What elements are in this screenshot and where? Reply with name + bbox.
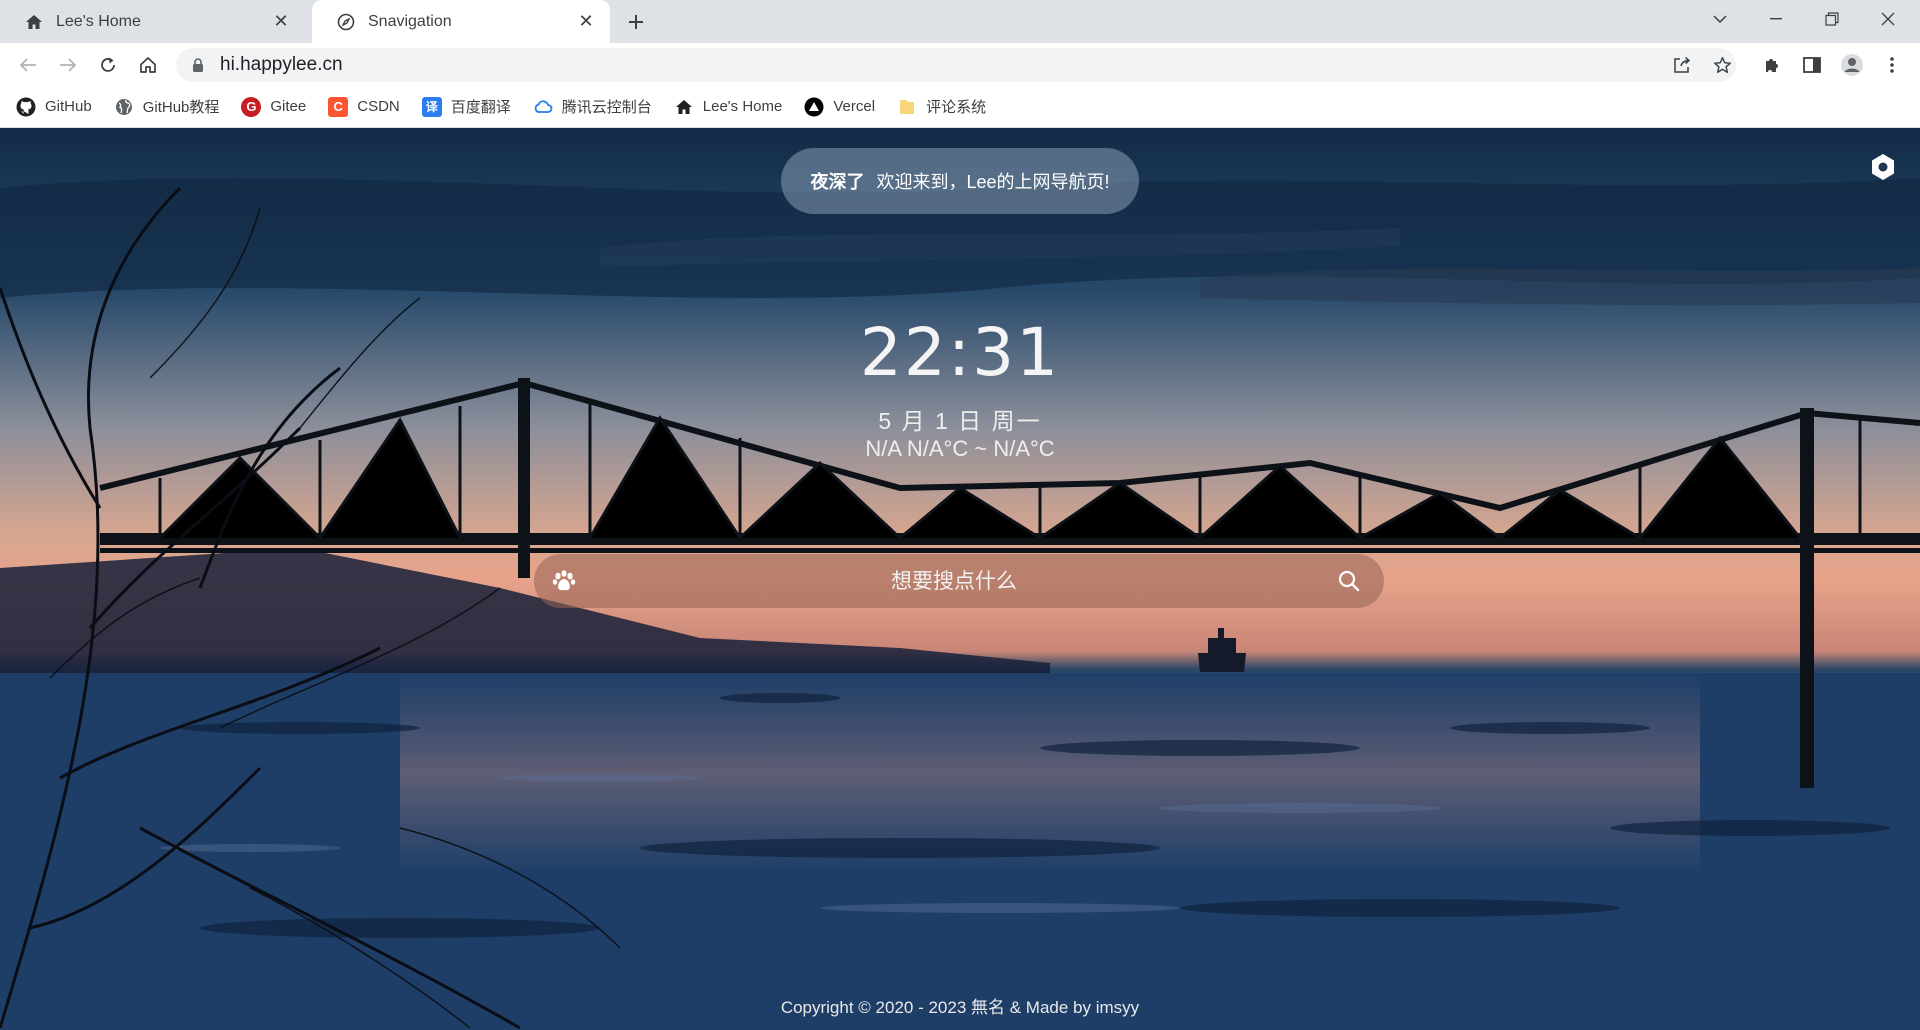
date-text: 5 月 1 日 周一 [878, 408, 1042, 434]
bookmark-tencent-cloud[interactable]: 腾讯云控制台 [533, 96, 652, 117]
tab-snavigation[interactable]: Snavigation ✕ [312, 0, 610, 43]
bookmark-github[interactable]: GitHub [16, 97, 92, 117]
tab-title: Snavigation [368, 12, 452, 30]
bookmark-csdn[interactable]: C CSDN [328, 96, 400, 117]
csdn-icon: C [328, 96, 349, 117]
tab-lees-home[interactable]: Lee's Home ✕ [0, 0, 305, 43]
footer-copyright: Copyright © 2020 - 2023 無名 & Made by ims… [780, 998, 1140, 1017]
settings-gear-icon[interactable] [1868, 152, 1898, 182]
baidu-paw-icon[interactable] [534, 554, 594, 608]
welcome-text: 欢迎来到，Lee的上网导航页! [876, 172, 1110, 192]
home-icon [24, 12, 44, 32]
page-content: 夜深了 欢迎来到，Lee的上网导航页! 22:31 5 月 1 日 周一 N/A… [0, 128, 1920, 1030]
bookmark-label: Gitee [270, 98, 307, 115]
side-panel-icon[interactable] [1796, 49, 1828, 81]
bookmark-label: Vercel [833, 98, 876, 115]
bookmark-lees-home[interactable]: Lee's Home [674, 97, 783, 117]
home-button[interactable] [132, 49, 164, 81]
search-bar [534, 554, 1384, 608]
share-button[interactable] [1666, 49, 1698, 81]
bookmark-label: GitHub [45, 98, 92, 115]
more-menu-icon[interactable] [1876, 49, 1908, 81]
address-bar[interactable]: hi.happylee.cn [176, 48, 1736, 82]
bookmark-comment-system[interactable]: 评论系统 [897, 96, 986, 117]
gitee-icon: G [241, 96, 262, 117]
bookmark-vercel[interactable]: Vercel [804, 97, 875, 117]
home-icon [674, 97, 694, 117]
bookmark-gitee[interactable]: G Gitee [241, 96, 307, 117]
browser-toolbar: hi.happylee.cn [0, 43, 1920, 86]
minimize-button[interactable] [1748, 0, 1804, 38]
bookmark-baidu-translate[interactable]: 译 百度翻译 [421, 96, 511, 117]
forward-button[interactable] [52, 49, 84, 81]
bookmark-label: CSDN [357, 98, 400, 115]
url-text[interactable]: hi.happylee.cn [220, 54, 343, 76]
close-icon[interactable]: ✕ [271, 11, 291, 32]
restore-button[interactable] [1804, 0, 1860, 38]
back-button[interactable] [12, 49, 44, 81]
bookmark-star-icon[interactable] [1706, 49, 1738, 81]
time-greeting: 夜深了 [810, 172, 865, 192]
search-icon[interactable] [1314, 554, 1384, 608]
github-icon [16, 97, 36, 117]
welcome-banner: 夜深了 欢迎来到，Lee的上网导航页! [781, 148, 1139, 214]
profile-avatar[interactable] [1836, 49, 1868, 81]
tencent-cloud-icon [533, 97, 553, 117]
new-tab-button[interactable] [622, 8, 650, 36]
bookmark-label: GitHub教程 [142, 99, 220, 116]
close-icon[interactable]: ✕ [576, 11, 596, 32]
lock-icon[interactable] [190, 57, 206, 73]
baidu-translate-icon: 译 [421, 96, 442, 117]
extensions-icon[interactable] [1756, 49, 1788, 81]
bookmark-label: 腾讯云控制台 [561, 99, 652, 116]
bookmark-label: 百度翻译 [450, 99, 511, 116]
compass-icon [336, 12, 356, 32]
reload-button[interactable] [92, 49, 124, 81]
bookmark-github-tutorial[interactable]: GitHub教程 [114, 96, 220, 117]
search-input[interactable] [594, 554, 1314, 608]
tab-title: Lee's Home [56, 12, 141, 30]
weather-text: N/A N/A°C ~ N/A°C [865, 436, 1055, 461]
bookmarks-bar: GitHub GitHub教程 G Gitee C CSDN 译 百度翻译 腾讯… [0, 86, 1920, 128]
folder-icon [897, 97, 917, 117]
clock-time: 22:31 [859, 314, 1061, 391]
vercel-icon [804, 97, 824, 117]
bookmark-label: Lee's Home [702, 98, 783, 115]
tab-strip: Lee's Home ✕ Snavigation ✕ [0, 0, 1920, 43]
close-window-button[interactable] [1860, 0, 1916, 38]
bookmark-label: 评论系统 [926, 99, 987, 116]
tab-search-button[interactable] [1692, 0, 1748, 38]
globe-icon [114, 97, 134, 117]
